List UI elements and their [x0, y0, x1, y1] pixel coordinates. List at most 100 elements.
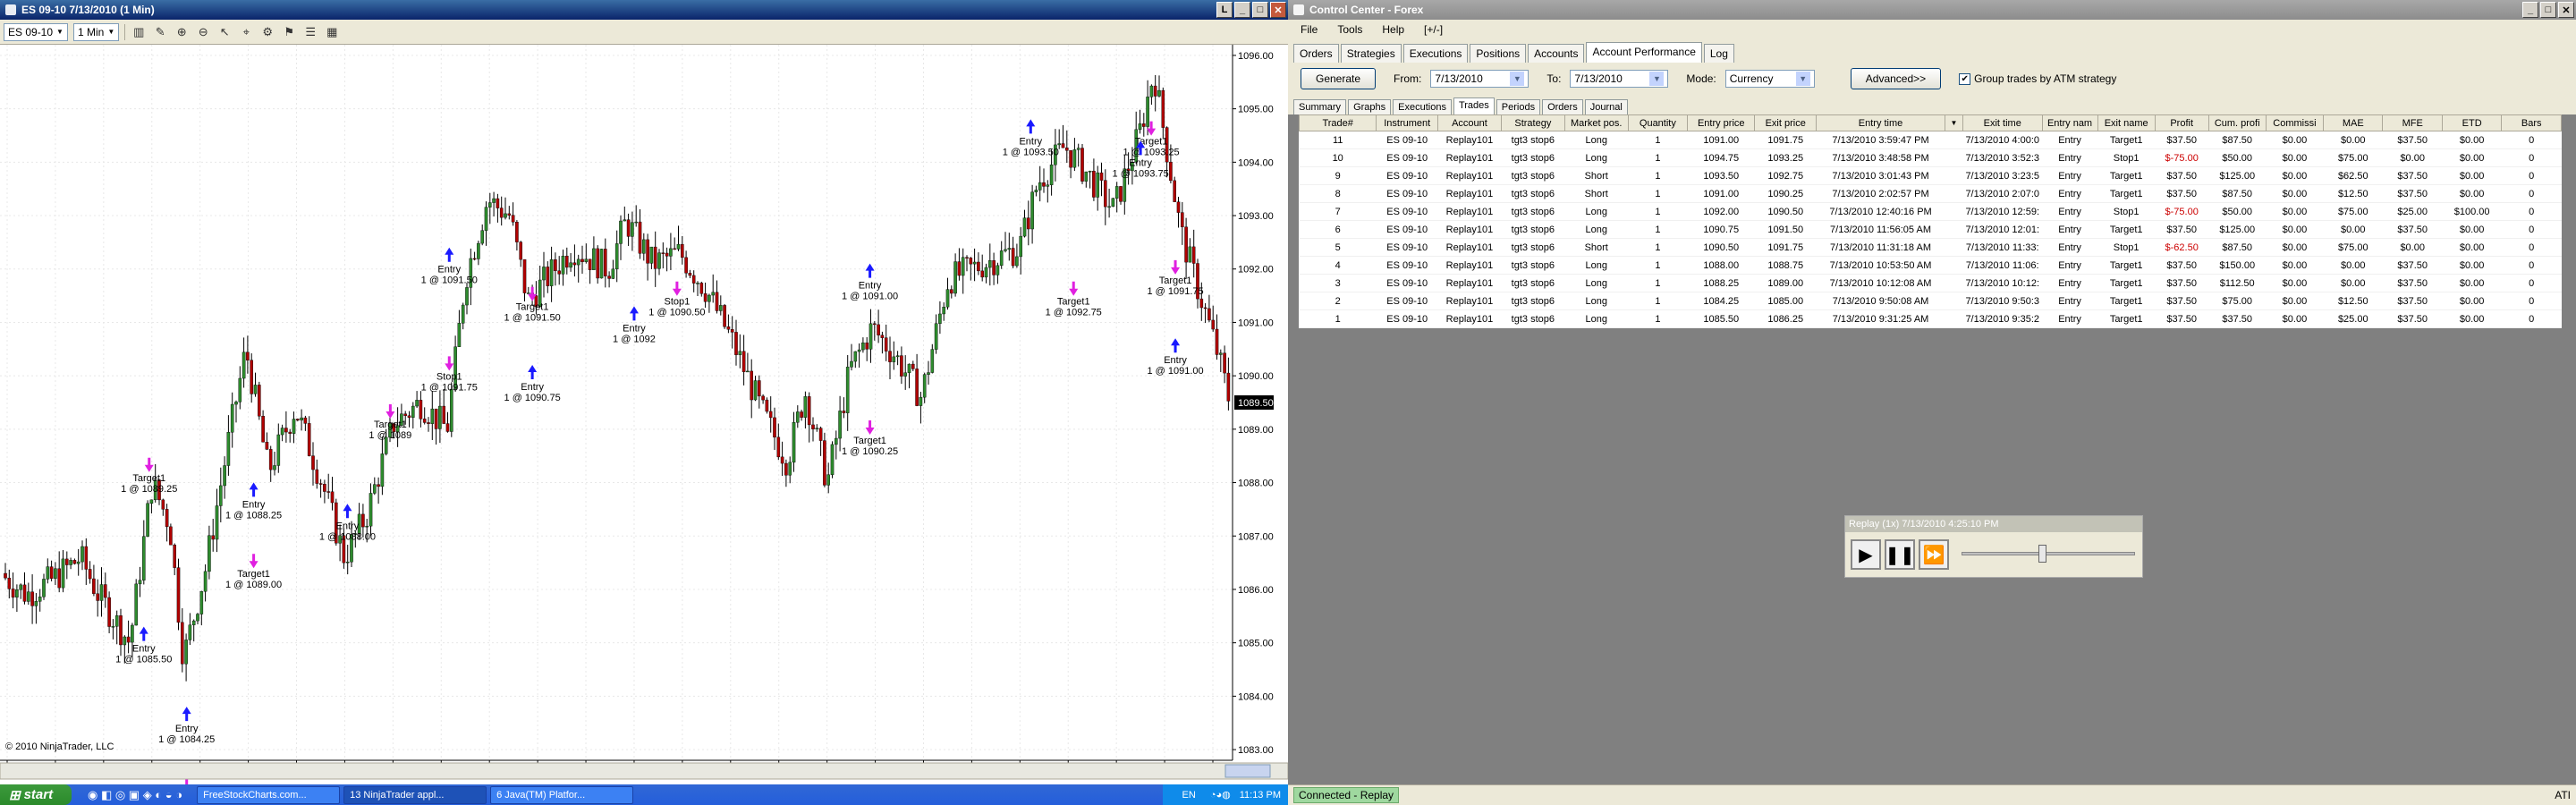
candle-body [96, 593, 99, 601]
column-header[interactable]: Entry nam [2041, 114, 2098, 131]
tab-strategies[interactable]: Strategies [1340, 44, 1402, 63]
replay-speed-track[interactable] [1962, 545, 2135, 563]
column-header[interactable]: Account [1437, 114, 1502, 131]
tab-account-performance[interactable]: Account Performance [1586, 42, 1702, 63]
maximize-icon[interactable]: □ [2540, 2, 2556, 18]
close-icon[interactable]: ✕ [2558, 2, 2574, 18]
table-cell: 1085.50 [1687, 309, 1755, 328]
column-header[interactable]: Bars [2501, 114, 2562, 131]
tab-executions[interactable]: Executions [1402, 44, 1469, 63]
tab-accounts[interactable]: Accounts [1528, 44, 1585, 63]
indicators-icon[interactable]: ⚙ [259, 24, 275, 40]
candle-body [1138, 123, 1142, 131]
column-header[interactable]: ETD [2441, 114, 2503, 131]
last-price-label: 1089.50 [1238, 398, 1274, 409]
quick-launch-icon[interactable]: ◉ ◧ ◎ ▣ ◈ ◐ ◒ ◑ [88, 788, 182, 802]
data-box-icon[interactable]: ▦ [324, 24, 340, 40]
column-header[interactable]: Strategy [1500, 114, 1565, 131]
play-button[interactable]: ▶ [1851, 539, 1881, 570]
table-cell: Replay101 [1437, 220, 1502, 239]
table-row[interactable]: 8 ES 09-10 Replay101 tgt3 stop6 Short 1 1091.0… [1299, 184, 2562, 203]
subtab-orders[interactable]: Orders [1542, 99, 1583, 114]
task-freestockcharts[interactable]: FreeStockCharts.com... [197, 785, 341, 804]
instrument-selector[interactable]: ES 09-10 ▼ [4, 22, 68, 41]
cursor-icon[interactable]: ↖ [216, 24, 233, 40]
zoom-out-icon[interactable]: ⊖ [195, 24, 211, 40]
table-row[interactable]: 7 ES 09-10 Replay101 tgt3 stop6 Long 1 1092.00… [1299, 202, 2562, 221]
trade-annotation-label: Target1 [516, 302, 549, 313]
column-header[interactable]: Profit [2154, 114, 2209, 131]
zoom-in-icon[interactable]: ⊕ [174, 24, 190, 40]
table-row[interactable]: 1 ES 09-10 Replay101 tgt3 stop6 Long 1 1085.50… [1299, 309, 2562, 328]
from-date-picker[interactable]: 7/13/2010 ▼ [1430, 70, 1530, 88]
column-header[interactable]: Commissi [2265, 114, 2325, 131]
minimize-icon[interactable]: _ [2522, 2, 2538, 18]
generate-button[interactable]: Generate [1301, 68, 1377, 89]
subtab-periods[interactable]: Periods [1496, 99, 1541, 114]
column-header[interactable]: Entry price [1687, 114, 1756, 131]
maximize-icon[interactable]: □ [1252, 2, 1268, 18]
pause-button[interactable]: ❚❚ [1885, 539, 1915, 570]
tab-positions[interactable]: Positions [1470, 44, 1527, 63]
subtab-graphs[interactable]: Graphs [1348, 99, 1392, 114]
column-header[interactable]: Market pos. [1563, 114, 1629, 131]
table-row[interactable]: 2 ES 09-10 Replay101 tgt3 stop6 Long 1 1084.25… [1299, 292, 2562, 310]
menu-help[interactable]: Help [1382, 23, 1404, 36]
mode-select[interactable]: Currency ▼ [1724, 70, 1815, 88]
tray-icons[interactable]: ◔◕◍ [1210, 789, 1231, 801]
table-row[interactable]: 4 ES 09-10 Replay101 tgt3 stop6 Long 1 1088.00… [1299, 256, 2562, 275]
to-date-picker[interactable]: 7/13/2010 ▼ [1570, 70, 1669, 88]
tab-log[interactable]: Log [1703, 44, 1734, 63]
table-row[interactable]: 3 ES 09-10 Replay101 tgt3 stop6 Long 1 1088.25… [1299, 274, 2562, 292]
subtab-journal[interactable]: Journal [1584, 99, 1628, 114]
strategies-icon[interactable]: ⚑ [281, 24, 297, 40]
column-header[interactable]: Instrument [1376, 114, 1439, 131]
menu-file[interactable]: File [1301, 23, 1318, 36]
properties-icon[interactable]: ☰ [302, 24, 318, 40]
column-header[interactable]: Exit name [2097, 114, 2156, 131]
crosshair-icon[interactable]: ⌖ [238, 24, 254, 40]
column-header[interactable]: Exit price [1754, 114, 1818, 131]
table-row[interactable]: 11 ES 09-10 Replay101 tgt3 stop6 Long 1 1091.0… [1299, 131, 2562, 149]
price-chart[interactable]: 1096.00 1095.00 1094.00 1093.00 1092.00 1091.… [0, 45, 1288, 784]
column-header[interactable]: Cum. profi [2207, 114, 2267, 131]
column-header[interactable]: Entry time [1816, 114, 1946, 131]
clock[interactable]: 11:13 PM [1240, 790, 1281, 801]
tab-orders[interactable]: Orders [1293, 44, 1339, 63]
column-header[interactable]: Exit time [1962, 114, 2043, 131]
start-button[interactable]: ⊞ start [0, 784, 72, 805]
table-row[interactable]: 10 ES 09-10 Replay101 tgt3 stop6 Long 1 1094.7… [1299, 148, 2562, 167]
close-icon[interactable]: ✕ [1270, 2, 1286, 18]
column-header[interactable]: MAE [2323, 114, 2384, 131]
task-ninjatrader[interactable]: 13 NinjaTrader appl... [343, 785, 487, 804]
task-java[interactable]: 6 Java(TM) Platfor... [490, 785, 634, 804]
column-header[interactable]: Trade# [1298, 114, 1377, 131]
y-tick-label: 1089.00 [1238, 425, 1274, 436]
candle-body [1030, 191, 1034, 230]
table-cell: $0.00 [2382, 148, 2443, 167]
subtab-trades[interactable]: Trades [1453, 97, 1495, 114]
table-row[interactable]: 9 ES 09-10 Replay101 tgt3 stop6 Short 1 1093.5… [1299, 166, 2562, 185]
link-button[interactable]: L [1216, 2, 1233, 18]
subtab-summary[interactable]: Summary [1293, 99, 1347, 114]
subtab-executions[interactable]: Executions [1393, 99, 1452, 114]
column-header[interactable]: MFE [2382, 114, 2443, 131]
menu-tools[interactable]: Tools [1337, 23, 1362, 36]
interval-selector[interactable]: 1 Min ▼ [72, 22, 120, 41]
fast-forward-button[interactable]: ⏩ [1919, 539, 1949, 570]
table-cell: 1090.75 [1687, 220, 1755, 239]
menu-toggle[interactable]: [+/-] [1424, 23, 1443, 36]
sort-arrow-icon[interactable]: ▼ [1945, 114, 1963, 131]
column-header[interactable]: Quantity [1627, 114, 1689, 131]
table-row[interactable]: 5 ES 09-10 Replay101 tgt3 stop6 Short 1 1090.5… [1299, 238, 2562, 257]
group-trades-checkbox[interactable]: ✔ [1959, 72, 1971, 85]
draw-pencil-icon[interactable]: ✎ [152, 24, 168, 40]
table-row[interactable]: 6 ES 09-10 Replay101 tgt3 stop6 Long 1 1090.75… [1299, 220, 2562, 239]
bar-type-icon[interactable]: ▥ [131, 24, 147, 40]
minimize-icon[interactable]: _ [1234, 2, 1250, 18]
language-indicator[interactable]: EN [1182, 790, 1196, 801]
candle-body [223, 465, 226, 487]
replay-speed-thumb[interactable] [2038, 545, 2047, 563]
advanced-button[interactable]: Advanced>> [1850, 68, 1942, 89]
candle-body [234, 402, 238, 405]
